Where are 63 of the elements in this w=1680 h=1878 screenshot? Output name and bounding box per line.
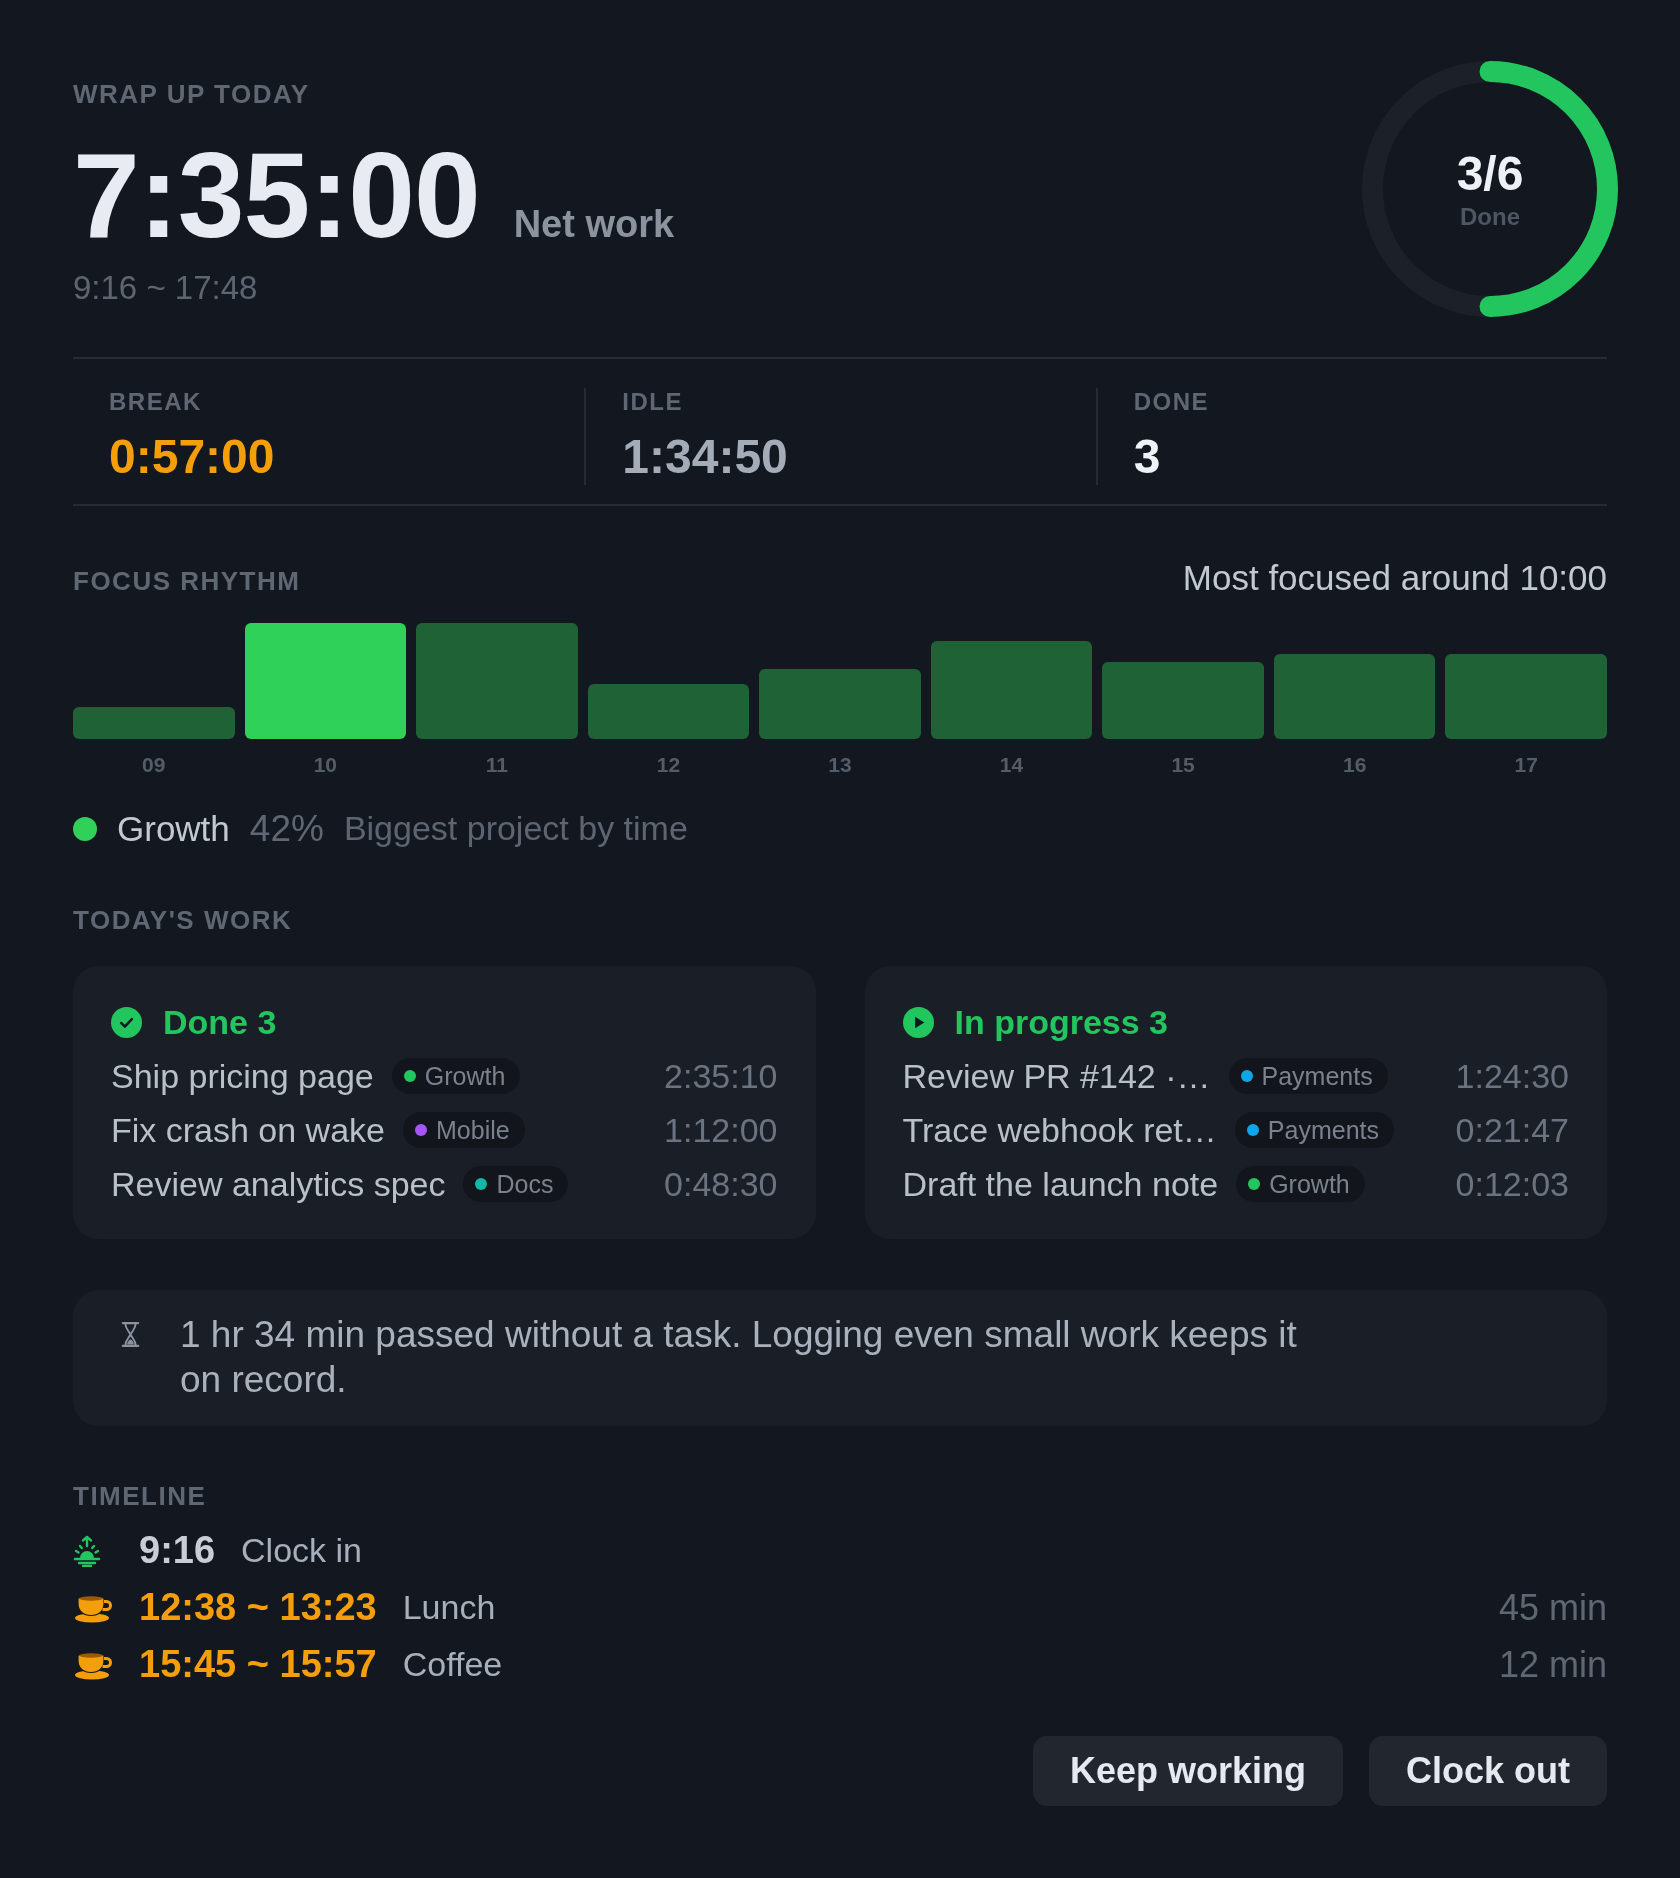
section-label: WRAP UP TODAY	[73, 79, 310, 111]
action-button[interactable]: Clock out	[1369, 1736, 1607, 1807]
focus-note: Most focused around 10:00	[1182, 557, 1607, 600]
hour-label: 16	[1341, 752, 1368, 778]
section-label: FOCUS RHYTHM	[73, 566, 301, 598]
tag-label: Payments	[1261, 1063, 1373, 1089]
stat-value: 0:57:00	[109, 428, 275, 485]
stat-label: IDLE	[622, 388, 683, 417]
task-duration: 1:24:30	[1454, 1055, 1569, 1097]
project-caption: Biggest project by time	[343, 808, 688, 850]
task-duration: 0:21:47	[1454, 1109, 1569, 1151]
event-duration: 45 min	[1498, 1586, 1607, 1630]
sunrise-icon	[73, 1534, 101, 1567]
stat-value: 3	[1133, 428, 1161, 485]
task-title: Review PR #142 ·…	[902, 1055, 1211, 1097]
event-time: 15:45 ~ 15:57	[139, 1642, 377, 1688]
hour-label: 09	[141, 752, 167, 778]
net-work-time: 7:35:00	[73, 135, 480, 256]
tag-label: Mobile	[436, 1117, 510, 1143]
progress-count: 3/6	[1456, 149, 1524, 198]
stat-label: DONE	[1133, 388, 1209, 417]
event-label: Clock in	[241, 1530, 362, 1572]
action-button[interactable]: Keep working	[1032, 1736, 1343, 1807]
notice-text: 1 hr 34 min passed without a task. Logging even small work keeps it on record.	[180, 1313, 1298, 1403]
task-duration: 0:48:30	[663, 1163, 778, 1205]
hour-label: 17	[1513, 752, 1539, 778]
hour-label: 10	[312, 752, 338, 778]
task-title: Ship pricing page	[111, 1055, 374, 1097]
progress-label: Done	[1460, 204, 1520, 229]
stat-label: BREAK	[109, 388, 202, 417]
event-label: Lunch	[402, 1587, 496, 1629]
task-title: Draft the launch note	[902, 1163, 1219, 1205]
tag-label: Growth	[1269, 1171, 1350, 1197]
card-title: Done 3	[163, 1002, 277, 1044]
task-duration: 2:35:10	[663, 1055, 778, 1097]
project-name: Growth	[117, 807, 230, 850]
task-duration: 1:12:00	[663, 1109, 778, 1151]
stat-value: 1:34:50	[622, 428, 788, 485]
task-title: Trace webhook ret…	[902, 1109, 1217, 1151]
tag-label: Growth	[424, 1063, 506, 1089]
card-title: In progress 3	[954, 1002, 1168, 1044]
project-share: 42%	[249, 806, 324, 851]
hour-label: 11	[484, 752, 509, 778]
hour-label: 13	[827, 752, 853, 778]
tag-label: Payments	[1267, 1117, 1379, 1143]
hourglass-icon	[120, 1321, 141, 1349]
task-title: Review analytics spec	[111, 1163, 446, 1205]
work-hours-range: 9:16 ~ 17:48	[73, 268, 258, 308]
net-work-label: Net work	[513, 205, 675, 244]
event-time: 12:38 ~ 13:23	[139, 1585, 377, 1631]
tag-label: Docs	[496, 1171, 554, 1197]
hour-label: 14	[998, 752, 1025, 778]
task-duration: 0:12:03	[1454, 1163, 1569, 1205]
event-duration: 12 min	[1498, 1643, 1607, 1687]
hour-label: 15	[1170, 752, 1196, 778]
event-label: Coffee	[402, 1644, 503, 1686]
section-label: TIMELINE	[73, 1481, 208, 1513]
hour-label: 12	[655, 752, 682, 778]
check-circle-icon	[111, 1007, 142, 1039]
play-circle-icon	[902, 1007, 934, 1039]
task-title: Fix crash on wake	[111, 1109, 385, 1151]
section-label: TODAY'S WORK	[73, 904, 294, 937]
event-time: 9:16	[139, 1528, 216, 1574]
